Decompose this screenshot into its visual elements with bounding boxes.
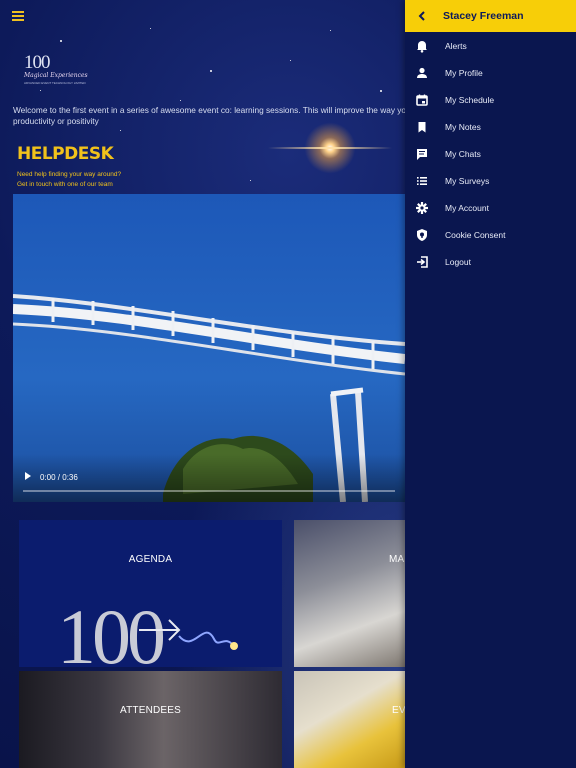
chevron-left-icon[interactable] — [415, 9, 429, 23]
logout-icon — [417, 256, 428, 268]
person-icon — [417, 67, 427, 78]
menu-item-my-chats[interactable]: My Chats — [405, 142, 576, 166]
menu-item-my-surveys[interactable]: My Surveys — [405, 169, 576, 193]
shield-icon — [417, 229, 427, 241]
menu-item-label: Cookie Consent — [445, 230, 506, 240]
menu-item-label: My Schedule — [445, 95, 495, 105]
menu-item-label: Alerts — [445, 41, 467, 51]
menu-item-label: My Account — [445, 203, 489, 213]
menu-item-my-notes[interactable]: My Notes — [405, 115, 576, 139]
chat-icon — [417, 149, 427, 160]
menu-item-my-profile[interactable]: My Profile — [405, 61, 576, 85]
menu-item-label: My Profile — [445, 68, 483, 78]
tile-attendees-label: ATTENDEES — [119, 705, 182, 716]
bell-icon — [417, 41, 427, 53]
menu-item-label: My Chats — [445, 149, 481, 159]
logo-fineprint: ADVANCED EVENT TECHNOLOGY LIMITED — [24, 81, 86, 85]
tile-ev[interactable]: EV — [294, 671, 405, 768]
menu-item-my-schedule[interactable]: My Schedule — [405, 88, 576, 112]
logo-number: 100 — [24, 52, 51, 73]
menu-item-cookie-consent[interactable]: Cookie Consent — [405, 223, 576, 247]
drawer-header: Stacey Freeman — [405, 0, 576, 32]
tile-ma[interactable]: MA — [294, 520, 405, 667]
welcome-text: Welcome to the first event in a series o… — [13, 105, 407, 126]
helpdesk-line-2[interactable]: Get in touch with one of our team — [17, 181, 113, 188]
menu-icon[interactable] — [12, 11, 24, 21]
helpdesk-title[interactable]: HELPDESK — [17, 144, 114, 164]
video-player[interactable]: 0:00 / 0:36 — [13, 194, 405, 502]
video-progress-bar[interactable] — [23, 490, 395, 492]
arrow-icon — [139, 619, 238, 650]
logo-tagline: Magical Experiences — [24, 72, 88, 79]
list-icon — [417, 177, 427, 185]
calendar-icon — [416, 94, 428, 106]
gear-icon — [416, 202, 428, 214]
menu-item-my-account[interactable]: My Account — [405, 196, 576, 220]
menu-item-label: Logout — [445, 257, 471, 267]
tile-ma-label: MA — [389, 554, 405, 565]
tile-agenda-label: AGENDA — [128, 554, 173, 565]
menu-item-logout[interactable]: Logout — [405, 250, 576, 274]
helpdesk-line-1: Need help finding your way around? — [17, 171, 122, 178]
bookmark-icon — [418, 122, 426, 133]
user-name: Stacey Freeman — [443, 10, 524, 22]
nav-drawer: Stacey Freeman Alerts My Profile My Sche… — [405, 0, 576, 768]
menu-item-label: My Surveys — [445, 176, 490, 186]
event-logo: 100 Magical Experiences ADVANCED EVENT T… — [24, 52, 94, 94]
tile-ev-label: EV — [392, 705, 405, 716]
video-time: 0:00 / 0:36 — [40, 473, 78, 482]
menu-item-alerts[interactable]: Alerts — [405, 34, 576, 58]
tile-attendees[interactable]: ATTENDEES — [19, 671, 282, 768]
tile-agenda[interactable]: AGENDA 100 — [19, 520, 282, 667]
menu-item-label: My Notes — [445, 122, 481, 132]
play-button[interactable] — [25, 472, 31, 480]
